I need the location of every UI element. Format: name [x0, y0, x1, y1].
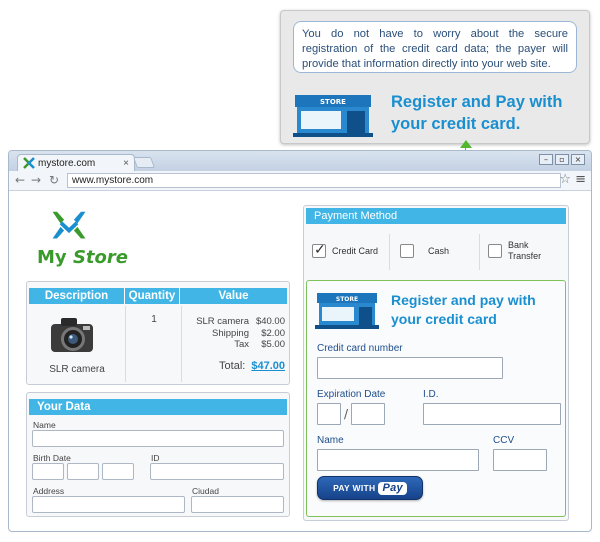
expiration-label: Expiration Date — [317, 389, 386, 400]
total-label: Total: — [219, 360, 246, 372]
store-sign-text: STORE — [336, 296, 358, 303]
callout-box: You do not have to worry about the secur… — [280, 10, 590, 144]
reload-icon[interactable]: ↻ — [49, 173, 59, 187]
value-line: Tax $5.00 — [234, 339, 285, 350]
method-credit-card[interactable]: ✓ Credit Card — [312, 233, 378, 269]
birth-year-field[interactable] — [102, 463, 134, 480]
store-sign-text: STORE — [320, 98, 346, 106]
address-field[interactable] — [32, 496, 185, 513]
item-description: SLR camera — [49, 364, 105, 375]
pay-button[interactable]: PAY WITH Pay — [317, 476, 423, 500]
birth-month-field[interactable] — [67, 463, 99, 480]
cash-label: Cash — [428, 246, 450, 256]
pay-button-label: PAY WITH — [333, 483, 376, 493]
favicon-icon — [23, 157, 35, 169]
expiration-year-field[interactable] — [351, 403, 385, 425]
city-field[interactable] — [191, 496, 284, 513]
ccv-label: CCV — [493, 435, 515, 446]
total-amount[interactable]: $47.00 — [251, 360, 285, 372]
close-window-icon[interactable]: × — [571, 154, 585, 165]
birth-date-label: Birth Date — [33, 453, 71, 463]
order-header-row: Description Quantity Value — [29, 288, 287, 304]
credit-card-checkbox[interactable]: ✓ — [312, 241, 326, 258]
address-bar[interactable]: www.mystore.com — [67, 173, 561, 188]
bank-transfer-checkbox[interactable] — [488, 244, 502, 258]
method-bank-transfer[interactable]: Bank Transfer — [488, 233, 548, 269]
expiration-month-field[interactable] — [317, 403, 341, 425]
ccv-field[interactable] — [493, 449, 547, 471]
city-label: Ciudad — [192, 486, 219, 496]
column-divider — [125, 306, 126, 382]
logo-wordmark: My Store — [37, 247, 128, 268]
credit-card-form: STORE Register and pay with your credit … — [306, 280, 566, 517]
cc-id-field[interactable] — [423, 403, 561, 425]
title-bar: mystore.com × – ▫ × — [9, 151, 591, 171]
bank-transfer-label: Bank Transfer — [508, 240, 542, 261]
name-label: Name — [33, 420, 56, 430]
logo-word-my: My — [37, 247, 67, 268]
browser-tab[interactable]: mystore.com × — [17, 154, 135, 171]
value-line: SLR camera $40.00 — [196, 316, 285, 327]
birth-day-field[interactable] — [32, 463, 64, 480]
cc-title: Register and pay with your credit card — [391, 292, 536, 327]
payment-method-title: Payment Method — [306, 208, 566, 224]
payment-method-panel: Payment Method ✓ Credit Card Cash Bank T… — [303, 205, 569, 521]
star-icon[interactable]: ☆ — [559, 172, 571, 187]
order-summary: Description Quantity Value SLR camera 1 … — [26, 281, 290, 385]
name-field[interactable] — [32, 430, 284, 447]
method-divider — [389, 234, 390, 270]
value-breakdown: SLR camera $40.00 Shipping $2.00 Tax $5.… — [187, 316, 285, 351]
item-quantity: 1 — [151, 314, 157, 325]
header-description: Description — [29, 288, 125, 304]
order-total: Total: $47.00 — [187, 360, 285, 372]
store-icon: STORE — [293, 95, 373, 137]
address-label: Address — [33, 486, 65, 496]
callout-note: You do not have to worry about the secur… — [293, 21, 577, 73]
camera-icon — [51, 318, 93, 352]
new-tab-button[interactable] — [132, 157, 156, 168]
cc-id-label: I.D. — [423, 389, 439, 400]
callout-title: Register and Pay with your credit card. — [391, 93, 563, 133]
store-logo — [52, 211, 86, 239]
card-number-label: Credit card number — [317, 343, 403, 354]
connector-arrow-icon — [460, 140, 472, 148]
header-quantity: Quantity — [125, 288, 180, 304]
maximize-icon[interactable]: ▫ — [555, 154, 569, 165]
date-separator: / — [344, 407, 349, 421]
browser-window: mystore.com × – ▫ × ← → ↻ www.mystore.co… — [8, 150, 592, 532]
cc-name-field[interactable] — [317, 449, 479, 471]
cash-checkbox[interactable] — [400, 244, 414, 258]
your-data-title: Your Data — [29, 399, 287, 415]
menu-icon[interactable]: ≡ — [575, 172, 586, 187]
header-value: Value — [218, 290, 249, 302]
window-controls: – ▫ × — [539, 154, 585, 165]
method-cash[interactable]: Cash — [400, 233, 449, 269]
cc-name-label: Name — [317, 435, 344, 446]
tab-close-icon[interactable]: × — [123, 158, 129, 169]
credit-card-label: Credit Card — [332, 246, 379, 256]
value-line: Shipping $2.00 — [212, 327, 285, 339]
method-divider — [479, 234, 480, 270]
store-icon: STORE — [315, 293, 379, 329]
back-arrow-icon[interactable]: ← — [15, 173, 25, 187]
browser-toolbar: ← → ↻ www.mystore.com ☆ ≡ — [9, 171, 591, 191]
your-data-form: Your Data Name Birth Date ID Address Ciu… — [26, 392, 290, 517]
forward-arrow-icon[interactable]: → — [31, 173, 41, 187]
id-label: ID — [151, 453, 160, 463]
logo-word-store: Store — [72, 247, 128, 268]
id-field[interactable] — [150, 463, 284, 480]
tab-title: mystore.com — [38, 157, 96, 169]
card-number-field[interactable] — [317, 357, 503, 379]
check-icon: ✓ — [314, 241, 326, 257]
minimize-icon[interactable]: – — [539, 154, 553, 165]
payment-brand-logo: Pay — [378, 481, 407, 495]
column-divider — [181, 306, 182, 382]
